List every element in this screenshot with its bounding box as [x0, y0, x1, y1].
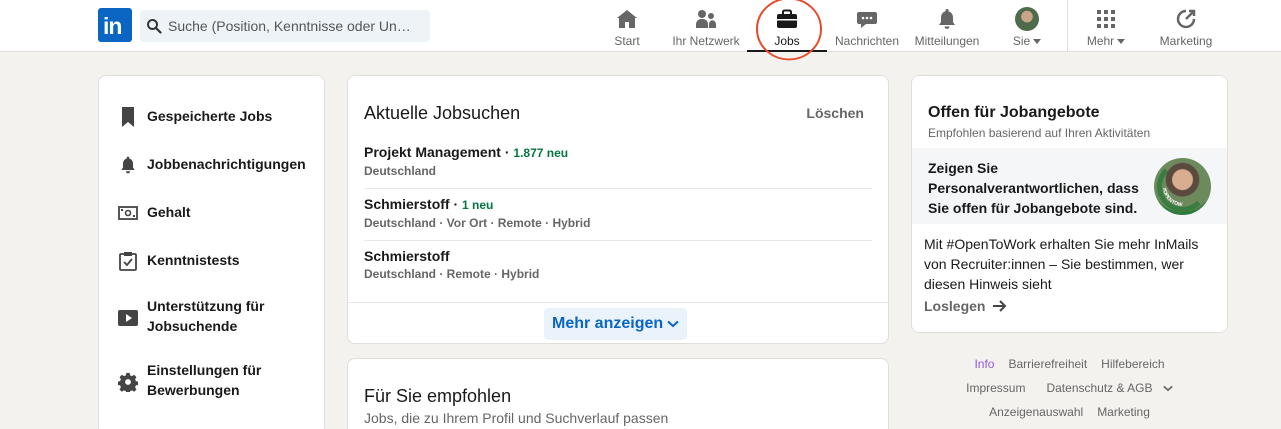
- video-icon: [117, 307, 139, 329]
- avatar: [1015, 7, 1039, 31]
- recommended-title: Für Sie empfohlen: [364, 386, 512, 406]
- recent-search-title: Schmierstoff: [364, 196, 450, 212]
- sidebar-item-salary[interactable]: Gehalt: [117, 202, 191, 224]
- recommended-jobs-card: Für Sie empfohlen Jobs, die zu Ihrem Pro…: [347, 358, 889, 429]
- jobs-sidebar: Gespeicherte Jobs Jobbenachrichtigungen …: [98, 75, 325, 429]
- recent-search-item[interactable]: Schmierstoff Deutschland · Remote · Hybr…: [364, 247, 872, 291]
- footer-link-accessibility[interactable]: Barrierefreiheit: [1008, 357, 1087, 371]
- recent-search-subtitle: Deutschland · Remote · Hybrid: [364, 267, 540, 281]
- marketing-icon: [1174, 7, 1198, 31]
- sidebar-item-job-alerts[interactable]: Jobbenachrichtigungen: [117, 154, 306, 176]
- search-box[interactable]: [140, 10, 430, 42]
- open-to-work-avatar: #OPENTOWORK: [1154, 158, 1211, 215]
- network-icon: [694, 7, 718, 31]
- open-to-work-badge-text: #OPENTOWORK: [1154, 158, 1183, 208]
- new-count-badge: 1.877 neu: [513, 146, 569, 160]
- nav-label: Jobs: [774, 34, 800, 48]
- clipboard-check-icon: [117, 250, 139, 272]
- bell-icon: [935, 7, 959, 31]
- footer-link-info[interactable]: Info: [974, 357, 994, 371]
- nav-jobs[interactable]: Jobs: [747, 0, 827, 52]
- footer-link-privacy-label: Datenschutz & AGB: [1046, 381, 1153, 395]
- top-nav: in Start Ihr Netzwerk Jobs Nachrichten M…: [0, 0, 1281, 61]
- footer-links: Info Barrierefreiheit Hilfebereich Impress…: [911, 352, 1228, 424]
- caret-down-icon: [1117, 38, 1126, 44]
- nav-label: Nachrichten: [834, 34, 900, 48]
- recent-search-item[interactable]: Projekt Management · 1.877 neu Deutschla…: [364, 143, 872, 189]
- sidebar-item-label: Kenntnistests: [147, 252, 240, 268]
- sidebar-item-label: Einstellungen für Bewerbungen: [147, 362, 262, 398]
- nav-messages[interactable]: Nachrichten: [831, 0, 903, 52]
- footer-link-ad-choices[interactable]: Anzeigenauswahl: [989, 405, 1083, 419]
- nav-label: Start: [614, 34, 640, 48]
- sidebar-item-label: Gespeicherte Jobs: [147, 108, 273, 124]
- nav-label: Mitteilungen: [914, 34, 980, 48]
- sidebar-item-application-settings[interactable]: Einstellungen für Bewerbungen: [117, 360, 287, 400]
- recent-searches-title: Aktuelle Jobsuchen: [364, 103, 521, 123]
- nav-label: Marketing: [1159, 34, 1213, 48]
- open-to-work-card: Offen für Jobangebote Empfohlen basieren…: [911, 75, 1228, 333]
- promo-text: Zeigen Sie Personalverantwortlichen, das…: [928, 160, 1139, 216]
- nav-me[interactable]: Sie: [1005, 0, 1049, 52]
- recent-search-item[interactable]: Schmierstoff · 1 neu Deutschland · Vor O…: [364, 195, 872, 241]
- nav-marketing[interactable]: Marketing: [1156, 0, 1216, 52]
- nav-start[interactable]: Start: [606, 0, 648, 52]
- recent-search-title: Projekt Management: [364, 144, 501, 160]
- nav-more[interactable]: Mehr: [1082, 0, 1130, 52]
- clear-button[interactable]: Löschen: [806, 105, 864, 121]
- grid-icon: [1094, 7, 1118, 31]
- gear-icon: [117, 371, 139, 393]
- open-to-work-subtitle: Empfohlen basierend auf Ihren Aktivitäte…: [928, 126, 1151, 140]
- show-more-label: Mehr anzeigen: [552, 315, 664, 332]
- nav-network[interactable]: Ihr Netzwerk: [669, 0, 743, 52]
- sidebar-item-skill-tests[interactable]: Kenntnistests: [117, 250, 240, 272]
- recent-searches-card: Aktuelle Jobsuchen Löschen Projekt Manag…: [347, 75, 889, 344]
- sidebar-item-label: Gehalt: [147, 204, 191, 220]
- bookmark-icon: [117, 106, 139, 128]
- search-input[interactable]: [168, 18, 423, 34]
- linkedin-logo[interactable]: in: [98, 8, 132, 42]
- sidebar-item-saved-jobs[interactable]: Gespeicherte Jobs: [117, 106, 272, 128]
- chevron-down-icon: [1163, 385, 1173, 392]
- recent-search-title: Schmierstoff: [364, 248, 450, 264]
- chevron-down-icon: [667, 320, 679, 328]
- recent-search-subtitle: Deutschland · Vor Ort · Remote · Hybrid: [364, 216, 591, 230]
- open-to-work-body: Mit #OpenToWork erhalten Sie mehr InMail…: [924, 236, 1199, 292]
- caret-down-icon: [1033, 38, 1042, 44]
- nav-notifications[interactable]: Mitteilungen: [909, 0, 985, 52]
- sidebar-item-job-seeker-guidance[interactable]: Unterstützung für Jobsuchende: [117, 296, 287, 336]
- footer-link-marketing[interactable]: Marketing: [1097, 405, 1150, 419]
- nav-label: Sie: [1012, 34, 1031, 48]
- divider: [348, 302, 888, 303]
- nav-label: Mehr: [1086, 34, 1115, 48]
- search-icon: [147, 19, 162, 34]
- arrow-right-icon: [993, 300, 1007, 312]
- nav-label: Ihr Netzwerk: [672, 34, 740, 48]
- recommended-subtitle: Jobs, die zu Ihrem Profil und Suchverlau…: [364, 410, 669, 426]
- open-to-work-title: Offen für Jobangebote: [928, 104, 1100, 121]
- sidebar-item-label: Unterstützung für Jobsuchende: [147, 298, 265, 334]
- briefcase-icon: [775, 7, 799, 31]
- messaging-icon: [855, 7, 879, 31]
- get-started-label: Loslegen: [924, 298, 986, 314]
- bell-icon: [117, 154, 139, 176]
- footer-link-privacy[interactable]: Datenschutz & AGB: [1039, 381, 1173, 395]
- show-more-button[interactable]: Mehr anzeigen: [544, 308, 688, 340]
- home-icon: [615, 7, 639, 31]
- new-count-badge: 1 neu: [462, 198, 494, 212]
- open-to-work-promo: Zeigen Sie Personalverantwortlichen, das…: [912, 148, 1227, 224]
- footer-link-imprint[interactable]: Impressum: [966, 381, 1025, 395]
- footer-link-help[interactable]: Hilfebereich: [1101, 357, 1164, 371]
- recent-search-subtitle: Deutschland: [364, 164, 437, 178]
- money-icon: [117, 202, 139, 224]
- svg-text:#OPENTOWORK: #OPENTOWORK: [1154, 158, 1183, 208]
- nav-divider: [1067, 0, 1068, 52]
- sidebar-item-label: Jobbenachrichtigungen: [147, 156, 306, 172]
- get-started-link[interactable]: Loslegen: [924, 298, 1007, 314]
